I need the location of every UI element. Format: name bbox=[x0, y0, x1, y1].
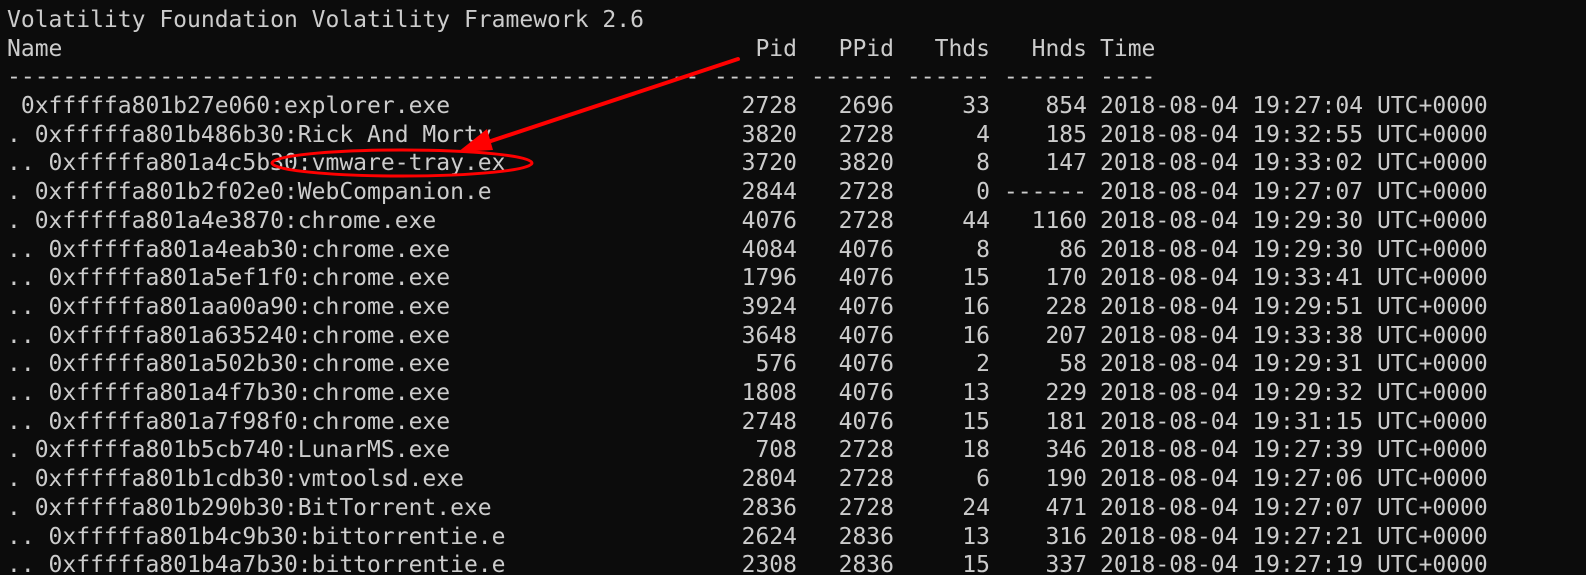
process-hnds: 190 bbox=[1045, 466, 1087, 493]
banner-text: Volatility Foundation Volatility Framewo… bbox=[7, 7, 644, 33]
terminal-window[interactable]: Volatility Foundation Volatility Framewo… bbox=[0, 0, 1586, 575]
process-time: 2018-08-04 19:27:19 UTC+0000 bbox=[1100, 552, 1488, 575]
process-hnds: 228 bbox=[1045, 293, 1087, 320]
process-hnds: 207 bbox=[1045, 322, 1087, 349]
process-time: 2018-08-04 19:27:39 UTC+0000 bbox=[1100, 437, 1488, 464]
process-time: 2018-08-04 19:27:21 UTC+0000 bbox=[1100, 523, 1488, 550]
process-hnds: 854 bbox=[1045, 93, 1087, 119]
table-separator: ----------------------------------------… bbox=[7, 63, 1155, 91]
table-header: Name Pid PPid Thds Hnds Time bbox=[7, 35, 1155, 63]
process-hnds: 181 bbox=[1045, 408, 1087, 435]
process-hnds: 147 bbox=[1045, 150, 1087, 177]
process-hnds: 346 bbox=[1045, 437, 1087, 464]
process-time: 2018-08-04 19:32:55 UTC+0000 bbox=[1100, 121, 1488, 148]
process-hnds: 316 bbox=[1045, 523, 1087, 550]
process-time: 2018-08-04 19:29:30 UTC+0000 bbox=[1100, 207, 1488, 234]
header-hnds: Hnds bbox=[1031, 36, 1087, 62]
process-time: 2018-08-04 19:33:41 UTC+0000 bbox=[1100, 265, 1488, 292]
process-time: 2018-08-04 19:31:15 UTC+0000 bbox=[1100, 408, 1488, 435]
separator-time: ---- bbox=[1100, 64, 1156, 90]
header-time: Time bbox=[1100, 36, 1156, 62]
separator-hnds: ------ bbox=[1003, 64, 1087, 90]
process-hnds: 337 bbox=[1045, 552, 1087, 575]
process-hnds: 170 bbox=[1045, 265, 1087, 292]
process-time: 2018-08-04 19:29:31 UTC+0000 bbox=[1100, 351, 1488, 378]
process-time: 2018-08-04 19:27:04 UTC+0000 bbox=[1100, 93, 1488, 119]
process-time: 2018-08-04 19:29:32 UTC+0000 bbox=[1100, 380, 1488, 406]
process-hnds: 1160 bbox=[1031, 207, 1087, 234]
process-hnds: 229 bbox=[1045, 380, 1087, 406]
process-hnds: 471 bbox=[1045, 494, 1087, 521]
process-time: 2018-08-04 19:27:07 UTC+0000 bbox=[1100, 494, 1488, 521]
process-hnds: 86 bbox=[1059, 236, 1087, 263]
process-time: 2018-08-04 19:27:07 UTC+0000 bbox=[1100, 179, 1488, 206]
process-hnds: 185 bbox=[1045, 121, 1087, 148]
process-time: 2018-08-04 19:29:51 UTC+0000 bbox=[1100, 293, 1488, 320]
process-hnds: ------ bbox=[1003, 179, 1087, 206]
process-time: 2018-08-04 19:27:06 UTC+0000 bbox=[1100, 466, 1488, 493]
process-time: 2018-08-04 19:33:02 UTC+0000 bbox=[1100, 150, 1488, 177]
process-time: 2018-08-04 19:29:30 UTC+0000 bbox=[1100, 236, 1488, 263]
banner-line: Volatility Foundation Volatility Framewo… bbox=[7, 6, 644, 34]
process-time: 2018-08-04 19:33:38 UTC+0000 bbox=[1100, 322, 1488, 349]
process-hnds: 58 bbox=[1059, 351, 1087, 378]
